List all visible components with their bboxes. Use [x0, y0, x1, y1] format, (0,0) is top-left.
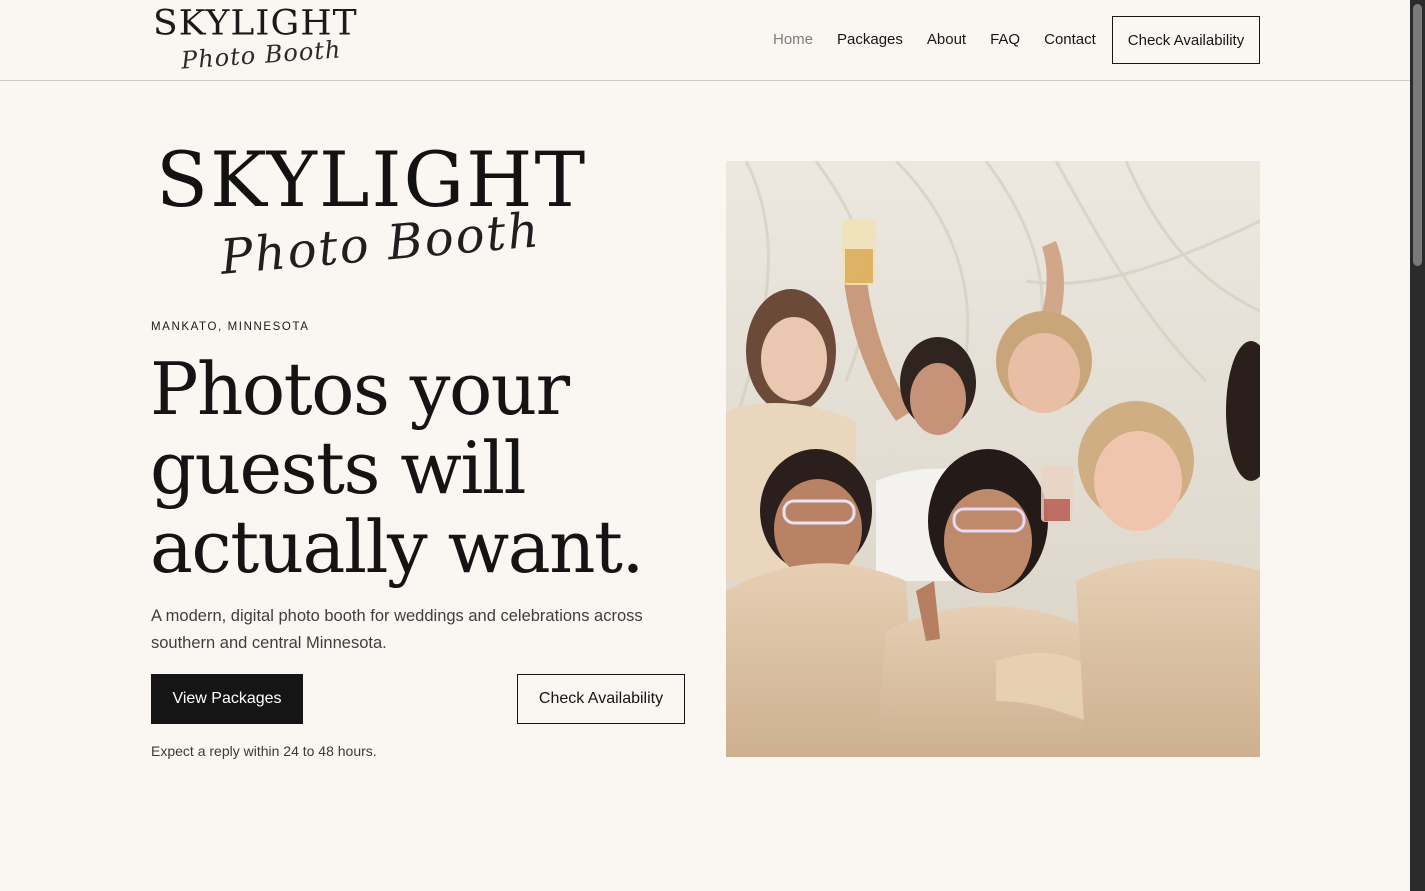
page: SKYLIGHT Photo Booth Home Packages About…	[0, 0, 1410, 891]
nav-about[interactable]: About	[927, 30, 966, 50]
header-check-availability-button[interactable]: Check Availability	[1112, 16, 1260, 64]
site-header: SKYLIGHT Photo Booth Home Packages About…	[0, 0, 1410, 81]
hero-logo: SKYLIGHT Photo Booth	[156, 138, 585, 298]
page-scrollbar[interactable]	[1410, 0, 1425, 891]
hero-headline: Photos your guests will actually want.	[150, 347, 644, 589]
view-packages-button[interactable]: View Packages	[151, 674, 303, 724]
site-logo[interactable]: SKYLIGHT Photo Booth	[153, 2, 357, 75]
reply-note: Expect a reply within 24 to 48 hours.	[151, 743, 377, 759]
nav-packages[interactable]: Packages	[837, 30, 903, 50]
nav-home[interactable]: Home	[773, 30, 813, 50]
hero-subheading: A modern, digital photo booth for weddin…	[151, 607, 643, 652]
check-availability-button[interactable]: Check Availability	[517, 674, 685, 724]
scrollbar-thumb[interactable]	[1413, 4, 1422, 266]
main-nav: Home Packages About FAQ Contact	[773, 30, 1120, 50]
location-label: MANKATO, MINNESOTA	[151, 321, 310, 333]
nav-faq[interactable]: FAQ	[990, 30, 1020, 50]
nav-contact[interactable]: Contact	[1044, 30, 1096, 50]
hero-photo	[726, 161, 1260, 757]
